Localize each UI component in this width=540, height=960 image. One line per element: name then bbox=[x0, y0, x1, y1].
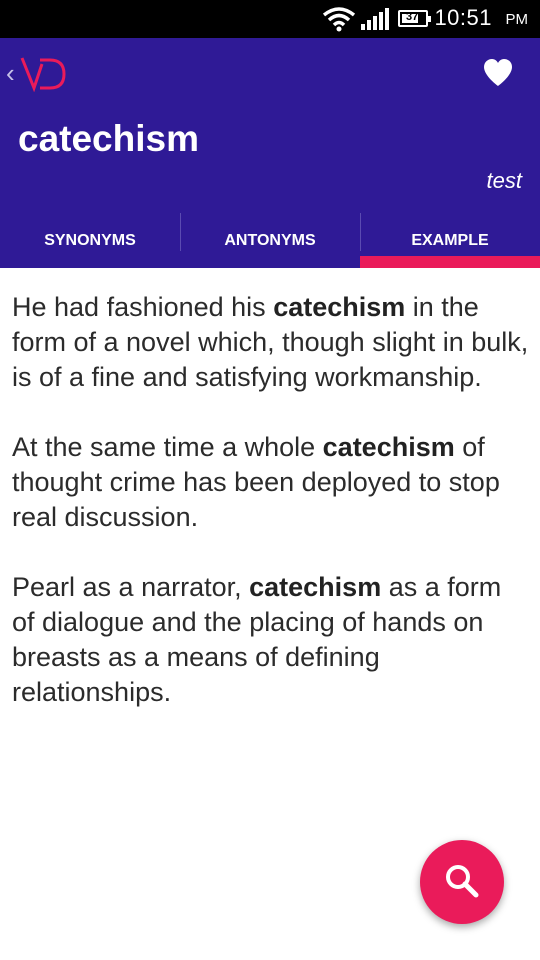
clock-ampm: PM bbox=[505, 11, 529, 28]
battery-level: 37 bbox=[406, 11, 419, 23]
signal-icon bbox=[361, 8, 389, 30]
example-sentence: Pearl as a narrator, catechism as a form… bbox=[12, 572, 502, 707]
battery-icon: 37 bbox=[398, 10, 431, 27]
highlighted-word: catechism bbox=[322, 432, 455, 462]
status-bar: 37 10:51 PM bbox=[0, 0, 540, 38]
highlighted-word: catechism bbox=[273, 292, 406, 322]
clock-time: 10:51 bbox=[434, 5, 492, 30]
search-icon bbox=[446, 865, 479, 898]
tab-selected-indicator bbox=[360, 256, 540, 268]
heart-icon[interactable] bbox=[482, 58, 514, 88]
search-button[interactable] bbox=[420, 840, 504, 924]
wifi-icon bbox=[322, 7, 356, 32]
test-label[interactable]: test bbox=[487, 168, 522, 194]
tab-antonyms[interactable]: ANTONYMS bbox=[180, 213, 360, 268]
tab-synonyms[interactable]: SYNONYMS bbox=[0, 213, 180, 268]
chevron-left-icon[interactable]: ‹ bbox=[6, 58, 15, 89]
example-sentence: At the same time a whole catechism of th… bbox=[12, 432, 500, 532]
example-sentence: He had fashioned his catechism in the fo… bbox=[12, 292, 529, 392]
highlighted-word: catechism bbox=[249, 572, 382, 602]
vd-logo[interactable] bbox=[20, 56, 66, 92]
example-list: He had fashioned his catechism in the fo… bbox=[12, 290, 530, 745]
word-title: catechism bbox=[18, 118, 199, 159]
